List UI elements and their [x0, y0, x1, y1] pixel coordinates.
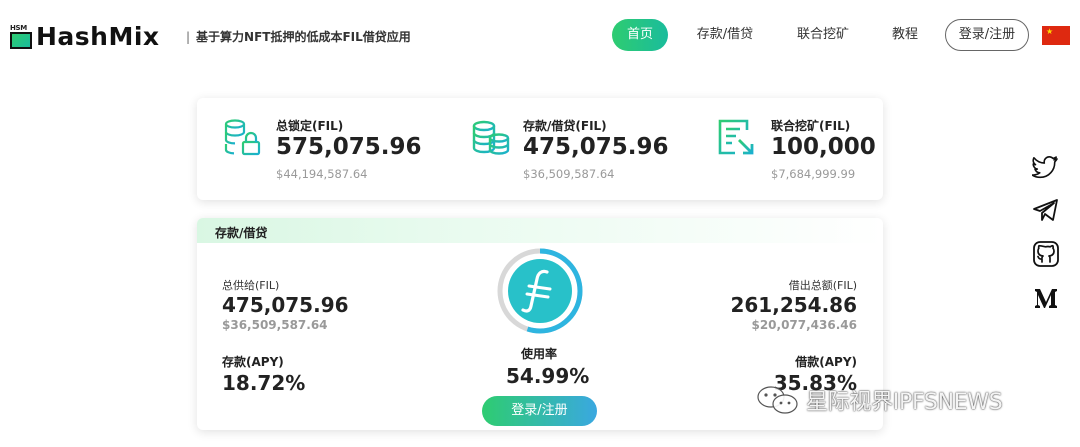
deposit-apy-label: 存款(APY) — [222, 355, 284, 369]
stat-usd: $36,509,587.64 — [523, 167, 615, 181]
deposit-apy-value: 18.72% — [222, 371, 306, 395]
stat-deposit-borrow: 存款/借贷(FIL) 475,075.96 $36,509,587.64 — [427, 98, 669, 200]
card-title: 存款/借贷 — [215, 226, 268, 240]
logo-badge-icon: HSM — [10, 24, 34, 50]
login-register-button[interactable]: 登录/注册 — [482, 396, 597, 426]
tagline-text: 基于算力NFT抵押的低成本FIL借贷应用 — [196, 30, 411, 44]
borrow-total-value: 261,254.86 — [730, 293, 857, 317]
mining-export-icon — [718, 119, 754, 155]
coins-lock-icon — [224, 119, 261, 156]
stat-value: 100,000 — [771, 134, 876, 160]
nav-deposit-borrow[interactable]: 存款/借贷 — [690, 19, 760, 51]
twitter-icon[interactable] — [1032, 152, 1060, 180]
total-supply-usd: $36,509,587.64 — [222, 318, 328, 332]
coin-stack-icon — [472, 120, 510, 155]
stat-label: 联合挖矿(FIL) — [771, 119, 851, 133]
stat-total-locked: 总锁定(FIL) 575,075.96 $44,194,587.64 — [197, 98, 427, 200]
stat-value: 475,075.96 — [523, 134, 669, 160]
stat-label: 总锁定(FIL) — [276, 119, 344, 133]
stats-card: 总锁定(FIL) 575,075.96 $44,194,587.64 存款/借贷… — [197, 98, 883, 200]
nav-tutorial[interactable]: 教程 — [885, 19, 925, 51]
top-header: HSM HashMix | 基于算力NFT抵押的低成本FIL借贷应用 首页 存款/… — [0, 0, 1080, 70]
cn-flag-icon[interactable]: ★ — [1042, 26, 1070, 45]
tagline: | 基于算力NFT抵押的低成本FIL借贷应用 — [186, 28, 411, 45]
filecoin-icon — [508, 259, 572, 323]
stat-value: 575,075.96 — [276, 134, 422, 160]
watermark-text: 星际视界IPFSNEWS — [806, 390, 1003, 415]
stat-usd: $7,684,999.99 — [771, 167, 856, 181]
borrow-apy-label: 借款(APY) — [795, 355, 857, 369]
stat-usd: $44,194,587.64 — [276, 167, 368, 181]
github-icon[interactable] — [1032, 240, 1060, 268]
borrow-total-usd: $20,077,436.46 — [751, 318, 857, 332]
nav-joint-mining[interactable]: 联合挖矿 — [790, 19, 856, 51]
total-supply-label: 总供给(FIL) — [222, 279, 280, 292]
logo-text: HashMix — [36, 22, 160, 51]
utilization-value: 54.99% — [506, 364, 590, 388]
watermark: 星际视界IPFSNEWS — [756, 383, 1003, 417]
borrow-total-label: 借出总额(FIL) — [788, 279, 857, 292]
card-header: 存款/借贷 — [197, 218, 883, 243]
hashmix-logo[interactable]: HSM HashMix — [10, 22, 160, 51]
stat-joint-mining: 联合挖矿(FIL) 100,000 $7,684,999.99 — [657, 98, 883, 200]
nav-login-button[interactable]: 登录/注册 — [945, 19, 1029, 51]
total-supply-value: 475,075.96 — [222, 293, 349, 317]
utilization-label: 使用率 — [521, 347, 558, 361]
tagline-separator: | — [186, 30, 191, 44]
utilization-gauge — [497, 248, 583, 334]
logo-badge-text: HSM — [10, 23, 27, 32]
medium-icon[interactable] — [1032, 284, 1060, 312]
nav-home[interactable]: 首页 — [612, 19, 668, 51]
wechat-icon — [757, 386, 798, 414]
stat-label: 存款/借贷(FIL) — [523, 119, 607, 133]
telegram-icon[interactable] — [1032, 196, 1060, 224]
